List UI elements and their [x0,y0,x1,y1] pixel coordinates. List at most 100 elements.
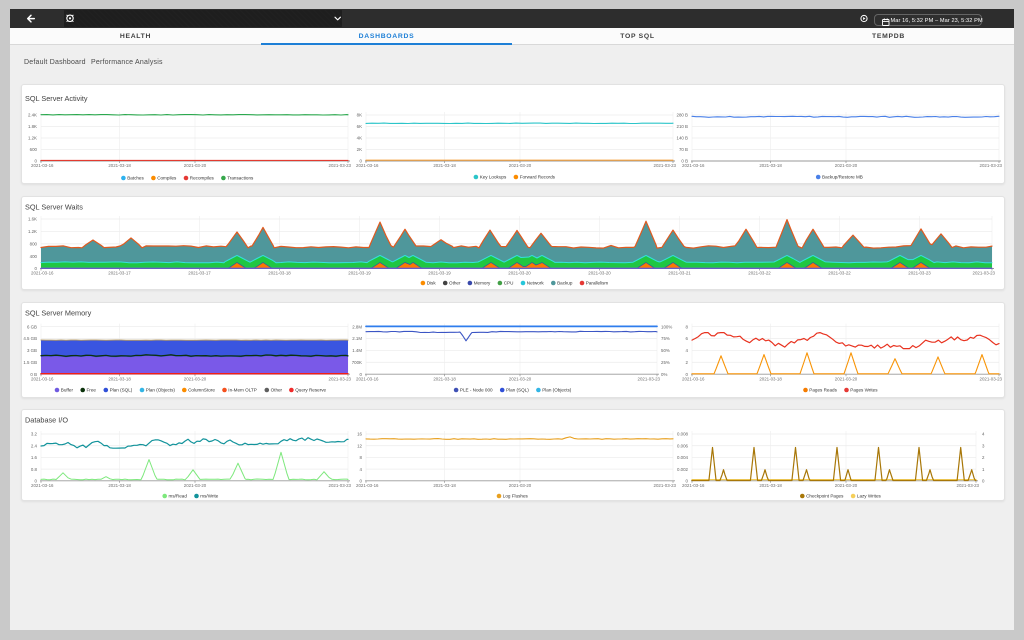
svg-text:1.2K: 1.2K [28,136,37,141]
svg-text:2021-03-20: 2021-03-20 [835,163,858,168]
svg-text:0: 0 [982,479,985,484]
svg-text:2021-03-20: 2021-03-20 [835,377,858,382]
svg-text:Disk: Disk [427,281,437,286]
svg-text:0%: 0% [661,372,667,377]
svg-text:Batches: Batches [127,176,144,181]
svg-text:ms/Write: ms/Write [200,494,218,499]
svg-text:4: 4 [360,467,363,472]
svg-text:800: 800 [30,242,38,247]
svg-text:SQL Server Waits: SQL Server Waits [25,203,83,212]
svg-text:4: 4 [982,432,985,437]
svg-text:Other: Other [271,388,283,393]
svg-text:Pages Reads: Pages Reads [809,388,837,393]
svg-text:Plan (Objects): Plan (Objects) [146,388,176,393]
svg-text:2021-03-19: 2021-03-19 [428,271,451,276]
svg-text:Checkpoint Pages: Checkpoint Pages [806,494,844,499]
svg-text:2021-03-16: 2021-03-16 [31,377,54,382]
svg-text:2021-03-23: 2021-03-23 [329,163,352,168]
svg-text:2021-03-17: 2021-03-17 [188,271,211,276]
svg-text:4K: 4K [357,136,362,141]
svg-text:0.008: 0.008 [677,432,689,437]
svg-text:2021-03-16: 2021-03-16 [356,483,379,488]
svg-text:2K: 2K [357,147,362,152]
svg-text:25%: 25% [661,360,670,365]
svg-text:2021-03-23: 2021-03-23 [638,377,661,382]
svg-text:2021-03-20: 2021-03-20 [184,377,207,382]
svg-text:Backup/Restore MB: Backup/Restore MB [822,175,863,180]
svg-text:2021-03-20: 2021-03-20 [588,271,611,276]
svg-text:2021-03-16: 2021-03-16 [356,377,379,382]
svg-text:1.6: 1.6 [31,455,38,460]
svg-text:SQL Server Activity: SQL Server Activity [25,94,88,103]
svg-text:6: 6 [686,336,689,341]
svg-text:2021-03-23: 2021-03-23 [654,163,677,168]
svg-text:2021-03-18: 2021-03-18 [759,483,782,488]
svg-text:Memory: Memory [474,281,491,286]
svg-text:2021-03-23: 2021-03-23 [957,483,980,488]
svg-text:2021-03-23: 2021-03-23 [980,163,1003,168]
svg-text:2021-03-23: 2021-03-23 [980,377,1003,382]
svg-text:1: 1 [982,467,985,472]
svg-text:2021-03-18: 2021-03-18 [433,483,456,488]
svg-text:2021-03-16: 2021-03-16 [682,483,705,488]
svg-text:2021-03-21: 2021-03-21 [668,271,691,276]
svg-text:2021-03-16: 2021-03-16 [682,377,705,382]
svg-text:4.5 GB: 4.5 GB [23,336,37,341]
svg-text:8: 8 [686,324,689,329]
svg-text:Pages Writes: Pages Writes [850,388,878,393]
svg-text:2: 2 [686,360,689,365]
svg-text:2021-03-20: 2021-03-20 [835,483,858,488]
svg-text:2021-03-16: 2021-03-16 [356,163,379,168]
svg-text:2.1M: 2.1M [352,336,362,341]
svg-text:4: 4 [686,348,689,353]
svg-text:Parallelism: Parallelism [586,281,609,286]
svg-text:280 B: 280 B [677,113,689,118]
svg-text:210 B: 210 B [677,124,689,129]
svg-text:In-Mem OLTP: In-Mem OLTP [228,388,257,393]
svg-text:2021-03-20: 2021-03-20 [509,377,532,382]
svg-text:2021-03-23: 2021-03-23 [908,271,931,276]
svg-text:0.8: 0.8 [31,467,38,472]
svg-text:2021-03-16: 2021-03-16 [31,483,54,488]
svg-text:2021-03-18: 2021-03-18 [433,377,456,382]
svg-text:Network: Network [527,281,545,286]
svg-text:Forward Records: Forward Records [520,175,556,180]
svg-text:70 B: 70 B [679,147,688,152]
svg-text:2.8M: 2.8M [352,324,362,329]
svg-text:2021-03-19: 2021-03-19 [348,271,371,276]
svg-text:16: 16 [357,432,362,437]
svg-text:6K: 6K [357,124,362,129]
svg-text:2021-03-18: 2021-03-18 [108,377,131,382]
svg-text:Database I/O: Database I/O [25,416,68,425]
svg-text:PLE - Node 000: PLE - Node 000 [460,388,493,393]
svg-text:2021-03-18: 2021-03-18 [108,163,131,168]
svg-text:Recompiles: Recompiles [190,176,215,181]
svg-text:Backup: Backup [557,281,573,286]
svg-text:0.002: 0.002 [677,467,689,472]
svg-text:2021-03-22: 2021-03-22 [748,271,771,276]
svg-text:2021-03-18: 2021-03-18 [433,163,456,168]
svg-text:2021-03-18: 2021-03-18 [759,377,782,382]
svg-text:2021-03-20: 2021-03-20 [508,271,531,276]
svg-text:8: 8 [360,455,363,460]
svg-text:CPU: CPU [504,281,514,286]
svg-text:12: 12 [357,443,362,448]
svg-text:2021-03-18: 2021-03-18 [108,483,131,488]
svg-text:Plan (SQL): Plan (SQL) [110,388,133,393]
svg-text:2.4K: 2.4K [28,113,37,118]
svg-text:2.4: 2.4 [31,443,38,448]
svg-text:Query Reserve: Query Reserve [295,388,326,393]
svg-text:400: 400 [30,254,38,259]
svg-text:600: 600 [30,147,38,152]
svg-text:2021-03-23: 2021-03-23 [329,483,352,488]
svg-text:2021-03-22: 2021-03-22 [828,271,851,276]
svg-text:2021-03-20: 2021-03-20 [509,483,532,488]
svg-text:3.2: 3.2 [31,432,38,437]
svg-text:Free: Free [87,388,97,393]
svg-text:SQL Server Memory: SQL Server Memory [25,309,92,318]
svg-text:2: 2 [982,455,985,460]
svg-text:2021-03-23: 2021-03-23 [973,271,996,276]
svg-text:2021-03-20: 2021-03-20 [184,163,207,168]
svg-text:Other: Other [449,281,461,286]
svg-text:Compiles: Compiles [157,176,177,181]
